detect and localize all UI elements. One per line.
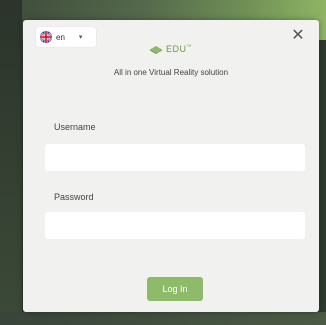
background-bottom <box>0 312 326 325</box>
background-left <box>0 0 22 325</box>
edu-logo-text: EDU™ <box>166 44 193 54</box>
tagline: All in one Virtual Reality solution <box>113 68 229 77</box>
login-button[interactable]: Log In <box>147 277 203 301</box>
edu-logo-mark-icon <box>150 45 162 54</box>
password-input[interactable] <box>45 212 305 239</box>
password-label: Password <box>54 192 94 202</box>
login-dialog: en ▾ ✕ EDU™ All in one Virtual Reality s… <box>23 20 319 312</box>
close-icon[interactable]: ✕ <box>290 28 306 44</box>
chevron-down-icon: ▾ <box>78 34 83 41</box>
uk-flag-icon <box>40 31 52 43</box>
username-input[interactable] <box>45 144 305 171</box>
language-label: en <box>56 32 65 42</box>
edu-logo: EDU™ <box>150 42 192 56</box>
language-selector[interactable]: en ▾ <box>36 27 96 47</box>
username-label: Username <box>54 122 96 132</box>
